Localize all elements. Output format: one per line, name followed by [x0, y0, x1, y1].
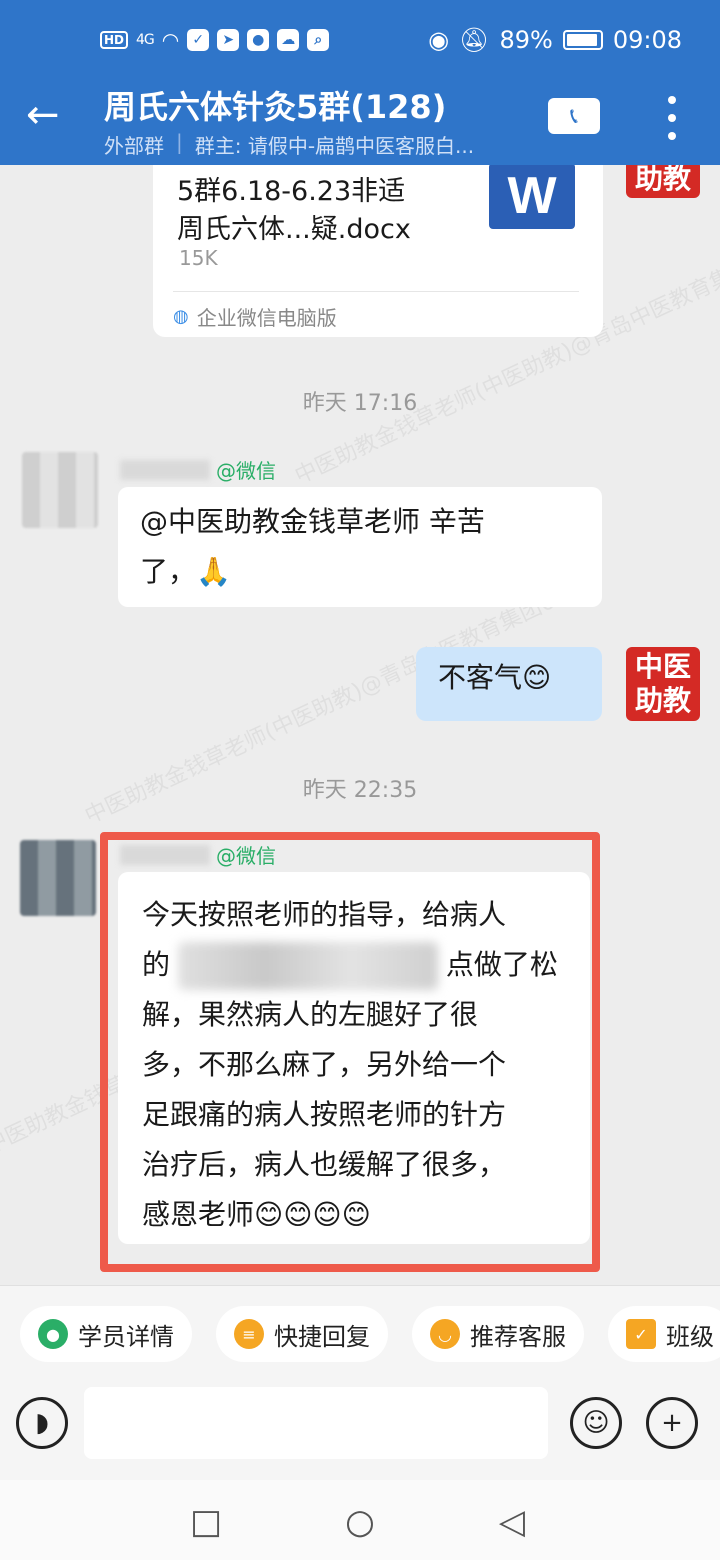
avatar[interactable] [22, 452, 98, 528]
recommend-service-button[interactable]: ◡ 推荐客服 [412, 1306, 584, 1362]
system-nav-bar: □ ○ ◁ [0, 1480, 720, 1560]
highlight-box [100, 832, 600, 1272]
top-bar: HD 4G ◠ ✓ ➤ ● ☁ ⌕ ◉ 🔕︎ 89% 09:08 ← 周氏六体针… [0, 0, 720, 165]
file-size: 15K [179, 246, 218, 270]
word-doc-icon: W [489, 165, 575, 229]
message-bubble[interactable]: @中医助教金钱草老师 辛苦 了，🙏 [118, 487, 602, 607]
file-name: 5群6.18-6.23非适 周氏六体...疑.docx [177, 176, 411, 245]
class-button[interactable]: ✓ 班级 [608, 1306, 720, 1362]
quick-action-bar: ● 学员详情 ≡ 快捷回复 ◡ 推荐客服 ✓ 班级 [0, 1285, 720, 1385]
chat-area[interactable]: 中医助教金钱草老师(中医助教)@青岛中医教育集团653 中医助教金钱草老师(中医… [0, 165, 720, 1285]
mute-bell-icon: 🔕︎ [459, 26, 490, 54]
search-app-icon: ⌕ [307, 29, 330, 51]
blurred-name [120, 459, 210, 480]
wifi-icon: ◠ [161, 28, 180, 52]
file-message-card[interactable]: 5群6.18-6.23非适 周氏六体...疑.docx 15K W ◍ 企业微信… [153, 165, 603, 337]
battery-icon [562, 30, 603, 50]
back-arrow-icon[interactable]: ← [26, 92, 72, 138]
recents-icon[interactable]: □ [186, 1502, 226, 1542]
emoji-icon[interactable]: ☺ [570, 1397, 622, 1449]
chat-subtitle: 外部群 | 群主: 请假中-扁鹊中医客服白... [104, 130, 474, 159]
status-bar: HD 4G ◠ ✓ ➤ ● ☁ ⌕ ◉ 🔕︎ 89% 09:08 [0, 22, 720, 66]
timestamp: 昨天 17:16 [302, 391, 418, 416]
service-icon: ◡ [430, 1319, 460, 1349]
my-message-bubble[interactable]: 不客气😊 [416, 647, 602, 721]
bulb-icon: ● [247, 29, 270, 51]
student-details-button[interactable]: ● 学员详情 [20, 1306, 192, 1362]
home-icon[interactable]: ○ [340, 1502, 380, 1542]
video-call-icon[interactable]: 📞︎ [548, 98, 600, 134]
input-row: ◗ ☺ + [0, 1385, 720, 1480]
arrow-app-icon: ➤ [217, 29, 240, 51]
group-owner: 群主: 请假中-扁鹊中医客服白... [194, 134, 475, 158]
group-tag: 外部群 [104, 134, 164, 158]
person-icon: ● [38, 1319, 68, 1349]
signal-strength: 4G [136, 32, 155, 48]
message-input[interactable] [84, 1387, 548, 1459]
more-options-icon[interactable] [658, 96, 686, 140]
avatar[interactable] [20, 840, 96, 916]
battery-percent: 89% [499, 26, 553, 54]
quick-reply-button[interactable]: ≡ 快捷回复 [216, 1306, 388, 1362]
shield-icon: ✓ [187, 29, 210, 51]
sender-name: @微信 [120, 455, 276, 484]
timestamp: 昨天 22:35 [302, 778, 418, 803]
voice-icon[interactable]: ◗ [16, 1397, 68, 1449]
eye-icon: ◉ [428, 26, 450, 54]
add-icon[interactable]: + [646, 1397, 698, 1449]
clock: 09:08 [612, 26, 682, 54]
message-text: 不客气😊 [438, 661, 552, 694]
my-avatar-badge[interactable]: 中医 助教 [626, 647, 700, 721]
divider: | [176, 130, 183, 154]
hd-indicator: HD [100, 31, 129, 49]
message-text: @中医助教金钱草老师 辛苦 了，🙏 [140, 505, 485, 588]
chat-icon: ≡ [234, 1319, 264, 1349]
doc-icon: ✓ [626, 1319, 656, 1349]
sender-badge-avatar[interactable]: 助教 [626, 165, 700, 198]
weather-icon: ☁ [277, 29, 300, 51]
chat-title: 周氏六体针灸5群(128) [104, 88, 447, 126]
wecom-icon: ◍ [173, 306, 189, 327]
file-source: ◍ 企业微信电脑版 [173, 291, 579, 331]
back-icon[interactable]: ◁ [492, 1502, 532, 1542]
